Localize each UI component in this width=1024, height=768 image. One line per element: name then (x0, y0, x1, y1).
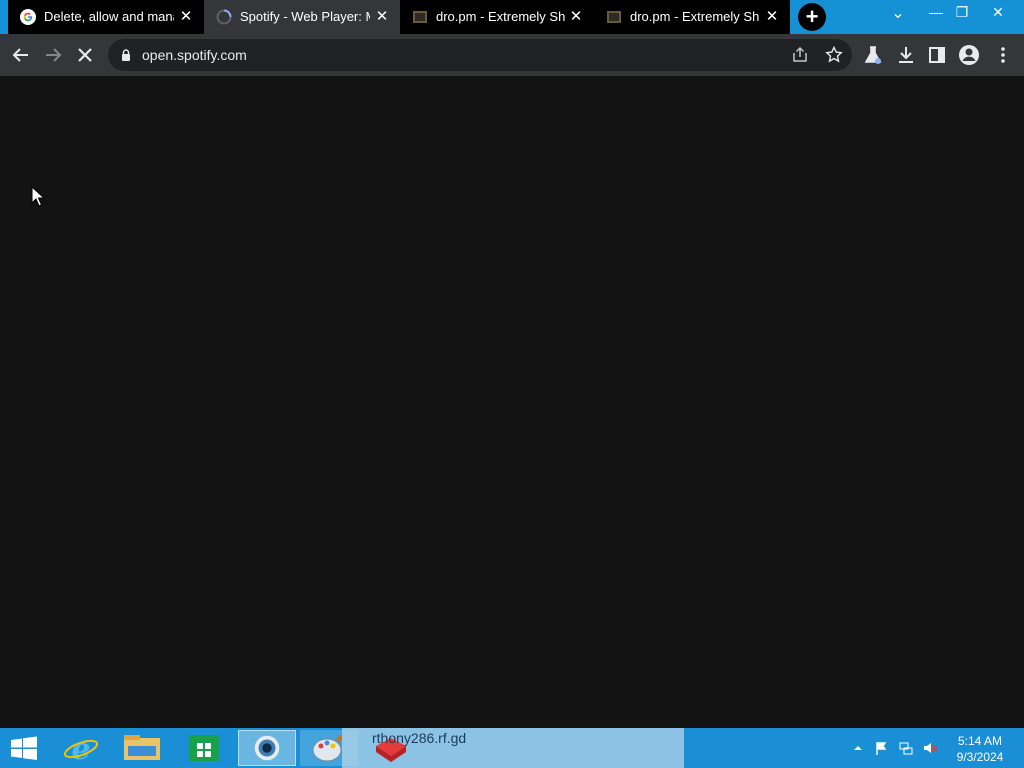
clock-date: 9/3/2024 (956, 750, 1004, 764)
tab-close-button[interactable]: ✕ (762, 7, 782, 27)
browser-toolbar: open.spotify.com (0, 34, 1024, 76)
restore-button[interactable]: ❐ (946, 0, 978, 30)
show-hidden-icons-chevron-icon[interactable] (850, 740, 866, 756)
system-clock[interactable]: 5:14 AM 9/3/2024 (946, 733, 1014, 765)
tab-spotify[interactable]: Spotify - Web Player: M ✕ (204, 0, 400, 34)
google-g-icon (20, 9, 36, 25)
share-icon[interactable] (790, 45, 810, 65)
tab-strip: Delete, allow and mana ✕ Spotify - Web P… (0, 0, 1024, 34)
action-center-flag-icon[interactable] (874, 740, 890, 756)
tab-search-button[interactable]: ⌄ (882, 2, 914, 32)
dro-pm-icon (413, 11, 427, 23)
tab-close-button[interactable]: ✕ (372, 7, 392, 27)
dro-pm-icon (607, 11, 621, 23)
mouse-cursor-icon (31, 186, 45, 207)
start-icon[interactable] (0, 730, 48, 766)
tab-google-activity[interactable]: Delete, allow and mana ✕ (8, 0, 204, 34)
new-tab-button[interactable]: + (798, 3, 826, 31)
profile-avatar-icon[interactable] (956, 42, 982, 68)
tab-close-button[interactable]: ✕ (176, 7, 196, 27)
svg-text:e: e (71, 732, 90, 766)
address-bar[interactable]: open.spotify.com (108, 39, 852, 71)
clock-time: 5:14 AM (957, 734, 1003, 748)
tab-title: dro.pm - Extremely Sho (436, 9, 566, 24)
loading-globe-icon (216, 9, 232, 25)
tab-title: Delete, allow and mana (44, 9, 174, 24)
labs-flask-icon[interactable] (860, 42, 886, 68)
side-panel-icon[interactable] (924, 42, 950, 68)
tab-close-button[interactable]: ✕ (566, 7, 586, 27)
file-explorer-icon[interactable] (114, 730, 172, 766)
network-icon[interactable] (898, 740, 914, 756)
page-content (0, 76, 1024, 728)
store-icon[interactable] (176, 730, 234, 766)
chrome-icon[interactable] (238, 730, 296, 766)
kebab-menu-icon[interactable] (990, 42, 1016, 68)
overlay-site-text: rthony286.rf.gd (372, 730, 467, 746)
url-text[interactable]: open.spotify.com (142, 47, 247, 63)
forward-arrow-icon[interactable] (40, 42, 66, 68)
tab-title: Spotify - Web Player: M (240, 9, 370, 24)
tab-title: dro.pm - Extremely Sho (630, 9, 760, 24)
window-close-button[interactable]: ✕ (982, 0, 1014, 30)
tab-dro-pm-1[interactable]: dro.pm - Extremely Sho ✕ (400, 0, 594, 34)
volume-muted-icon[interactable] (922, 740, 938, 756)
stop-loading-icon[interactable] (72, 42, 98, 68)
taskbar: e rthony286.rf.gd 5:14 AM 9/3/2024 (0, 728, 1024, 768)
lock-icon[interactable] (119, 48, 133, 62)
download-icon[interactable] (893, 42, 919, 68)
bookmark-star-icon[interactable] (824, 45, 844, 65)
internet-explorer-icon[interactable]: e (52, 730, 110, 766)
back-arrow-icon[interactable] (8, 42, 34, 68)
tab-dro-pm-2[interactable]: dro.pm - Extremely Sho ✕ (594, 0, 790, 34)
